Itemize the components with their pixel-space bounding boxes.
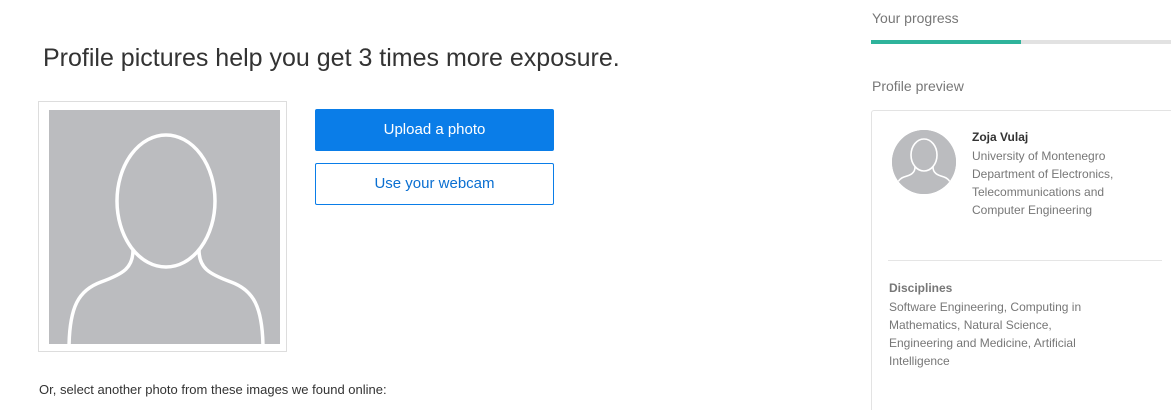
- profile-photo-frame: [38, 101, 287, 352]
- disciplines-line: Mathematics, Natural Science,: [889, 318, 1052, 332]
- disciplines-line: Intelligence: [889, 354, 950, 368]
- user-silhouette-icon: [49, 110, 280, 344]
- disciplines-line: Software Engineering, Computing in: [889, 300, 1082, 314]
- progress-bar-fill: [871, 40, 1021, 44]
- progress-bar: [871, 40, 1171, 44]
- progress-label: Your progress: [872, 10, 959, 26]
- upload-photo-button[interactable]: Upload a photo: [315, 109, 554, 151]
- page-title: Profile pictures help you get 3 times mo…: [43, 44, 620, 72]
- disciplines-list: Software Engineering, Computing in Mathe…: [889, 298, 1159, 370]
- affiliation-line: University of Montenegro: [972, 149, 1106, 163]
- profile-name: Zoja Vulaj: [972, 130, 1029, 144]
- disciplines-line: Engineering and Medicine, Artificial: [889, 336, 1076, 350]
- disciplines-heading: Disciplines: [889, 281, 953, 295]
- profile-preview-card: Zoja Vulaj University of Montenegro Depa…: [871, 110, 1171, 410]
- use-webcam-button[interactable]: Use your webcam: [315, 163, 554, 205]
- affiliation-line: Telecommunications and: [972, 185, 1105, 199]
- affiliation-line: Department of Electronics,: [972, 167, 1114, 181]
- affiliation-line: Computer Engineering: [972, 203, 1093, 217]
- page: Profile pictures help you get 3 times mo…: [0, 0, 1171, 410]
- profile-preview-label: Profile preview: [872, 78, 964, 94]
- online-photos-prompt: Or, select another photo from these imag…: [39, 382, 387, 397]
- card-divider: [888, 260, 1162, 261]
- user-avatar-icon: [892, 130, 956, 194]
- profile-affiliation: University of Montenegro Department of E…: [972, 147, 1171, 219]
